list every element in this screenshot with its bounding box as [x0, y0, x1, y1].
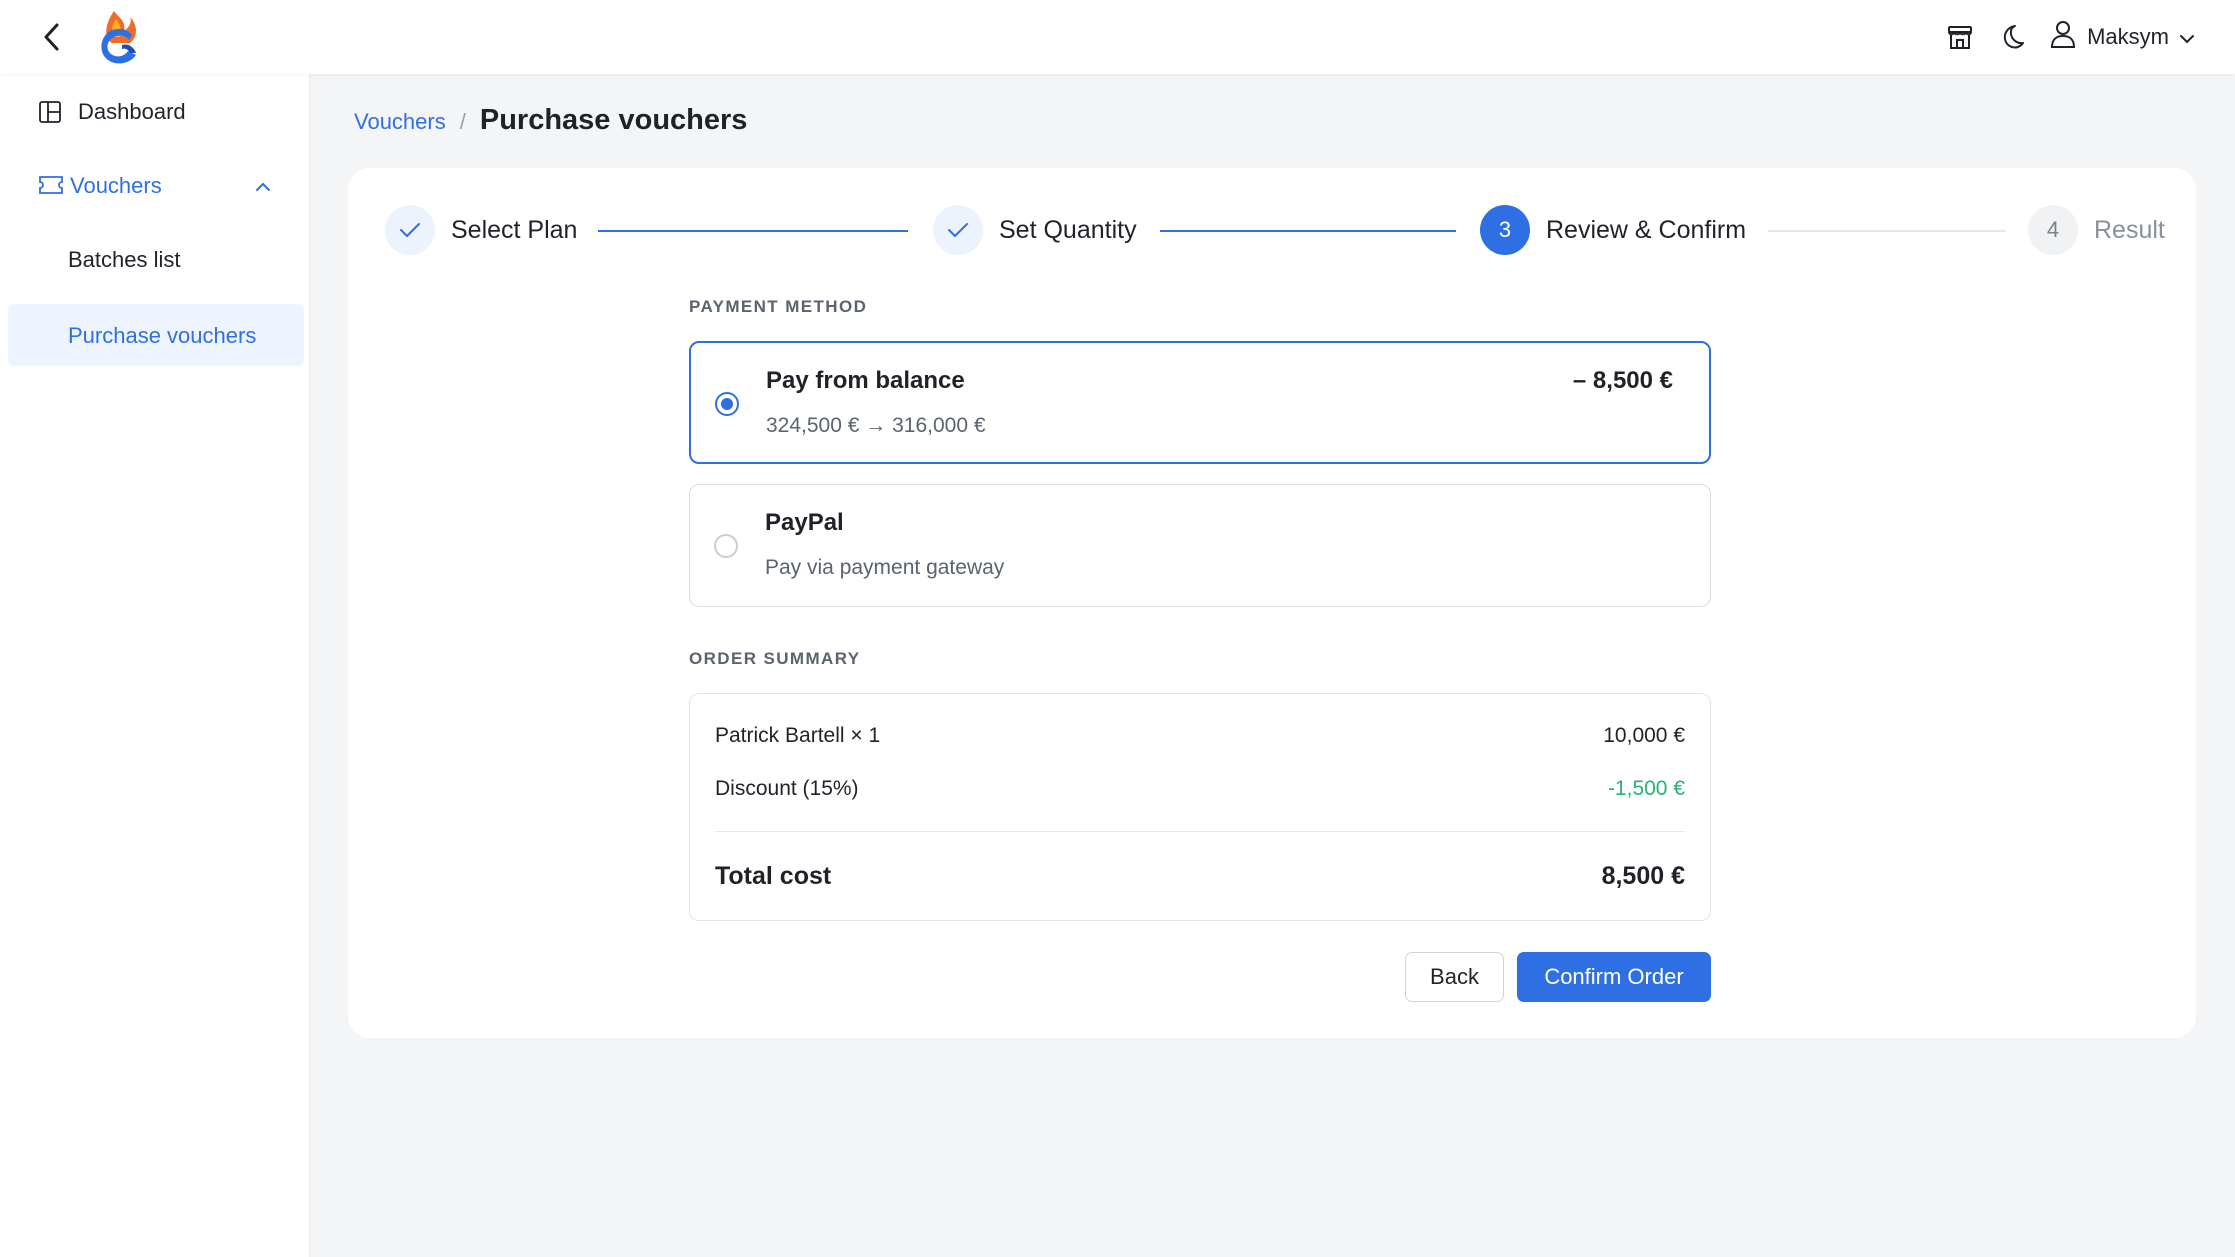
- step-connector: [1160, 230, 1456, 232]
- radio-button[interactable]: [715, 392, 739, 416]
- option-title: Pay from balance: [766, 367, 965, 394]
- back-button[interactable]: Back: [1405, 952, 1504, 1002]
- discount-value: -1,500 €: [1607, 777, 1685, 800]
- sidebar: Dashboard Vouchers Batches list Purchase…: [0, 74, 310, 1257]
- moon-icon[interactable]: [1997, 22, 2027, 52]
- step-set-quantity: Set Quantity: [933, 204, 1137, 256]
- summary-row: Discount (15%) -1,500 €: [715, 777, 1685, 801]
- summary-item-label: Patrick Bartell × 1: [715, 724, 881, 747]
- sidebar-item-label: Dashboard: [78, 99, 186, 124]
- option-subtitle: Pay via payment gateway: [765, 556, 1005, 579]
- page-title: Purchase vouchers: [479, 104, 748, 136]
- sidebar-item-dashboard[interactable]: Dashboard: [8, 80, 304, 142]
- chevron-down-icon: [2179, 24, 2195, 50]
- breadcrumb: Vouchers / Purchase vouchers: [354, 104, 747, 137]
- radio-button[interactable]: [714, 534, 738, 558]
- app-logo[interactable]: [92, 9, 142, 65]
- option-subtitle: 324,500 € → 316,000 €: [766, 414, 986, 437]
- option-title: PayPal: [765, 509, 844, 536]
- sidebar-item-label: Vouchers: [70, 173, 162, 198]
- ticket-icon: [38, 174, 63, 198]
- chevron-up-icon: [254, 176, 272, 194]
- step-result: 4 Result: [2028, 204, 2165, 256]
- step-number: 3: [1480, 205, 1530, 255]
- store-icon[interactable]: [1945, 22, 1975, 52]
- confirm-order-button[interactable]: Confirm Order: [1517, 952, 1711, 1002]
- step-review-confirm: 3 Review & Confirm: [1480, 204, 1746, 256]
- top-bar: Maksym: [0, 0, 2235, 74]
- summary-item-value: 10,000 €: [1603, 724, 1685, 747]
- user-menu[interactable]: Maksym: [2049, 19, 2195, 55]
- divider: [715, 831, 1685, 832]
- breadcrumb-vouchers-link[interactable]: Vouchers: [354, 109, 446, 135]
- check-icon: [933, 205, 983, 255]
- user-name: Maksym: [2087, 24, 2169, 49]
- user-icon: [2049, 19, 2077, 55]
- payment-option-paypal[interactable]: PayPal Pay via payment gateway: [689, 484, 1711, 607]
- sidebar-item-label: Purchase vouchers: [68, 323, 257, 348]
- discount-label: Discount (15%): [715, 777, 859, 800]
- check-icon: [385, 205, 435, 255]
- total-row: Total cost 8,500 €: [715, 862, 1685, 891]
- summary-row: Patrick Bartell × 1 10,000 €: [715, 724, 1685, 748]
- order-summary-heading: ORDER SUMMARY: [689, 649, 861, 668]
- sidebar-item-label: Batches list: [68, 247, 181, 272]
- step-label: Review & Confirm: [1546, 215, 1747, 244]
- step-label: Select Plan: [451, 215, 578, 244]
- total-label: Total cost: [715, 862, 832, 890]
- payment-option-balance[interactable]: Pay from balance 324,500 € → 316,000 € –…: [689, 341, 1711, 464]
- option-amount: – 8,500 €: [1572, 367, 1673, 394]
- step-select-plan: Select Plan: [385, 204, 577, 256]
- payment-method-heading: PAYMENT METHOD: [689, 297, 868, 316]
- total-value: 8,500 €: [1601, 862, 1685, 890]
- purchase-card: Select Plan Set Quantity 3 Review & Conf…: [348, 168, 2196, 1038]
- step-connector: [1768, 230, 2006, 232]
- back-arrow-icon[interactable]: [34, 19, 70, 55]
- sidebar-item-batches-list[interactable]: Batches list: [8, 228, 304, 290]
- step-label: Result: [2094, 215, 2165, 244]
- sidebar-item-vouchers[interactable]: Vouchers: [8, 154, 304, 216]
- breadcrumb-separator: /: [459, 109, 466, 134]
- step-connector: [598, 230, 908, 232]
- step-label: Set Quantity: [999, 215, 1137, 244]
- step-number: 4: [2028, 205, 2078, 255]
- sidebar-item-purchase-vouchers[interactable]: Purchase vouchers: [8, 304, 304, 366]
- order-summary: Patrick Bartell × 1 10,000 € Discount (1…: [689, 693, 1711, 921]
- dashboard-icon: [38, 100, 62, 124]
